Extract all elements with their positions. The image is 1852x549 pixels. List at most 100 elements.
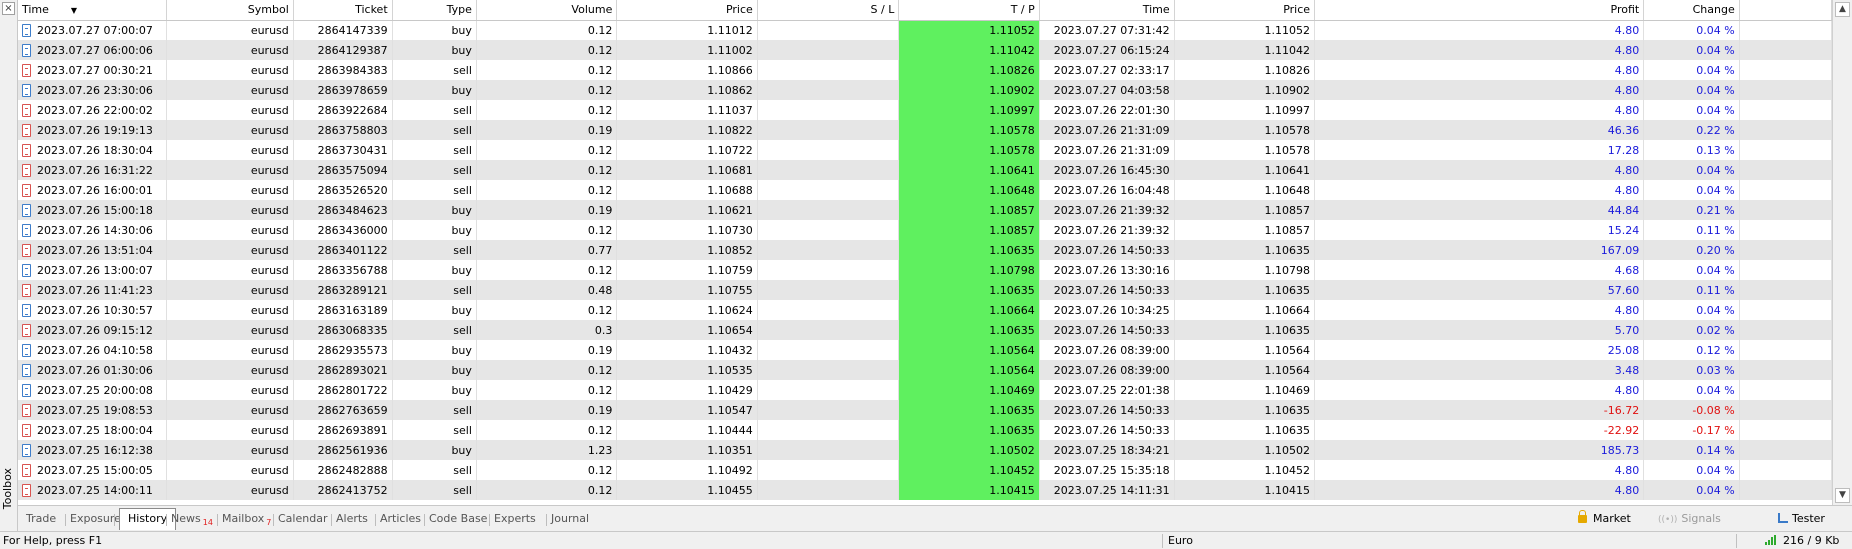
tab-experts[interactable]: Experts <box>494 510 536 528</box>
cell-1: eurusd <box>166 20 294 40</box>
tab-separator <box>217 514 218 526</box>
table-row[interactable]: 2023.07.26 18:30:04 eurusd 2863730431 sell 0… <box>18 140 1832 160</box>
deal-buy-icon <box>22 83 31 97</box>
table-row[interactable]: 2023.07.26 14:30:06 eurusd 2863436000 buy 0.… <box>18 220 1832 240</box>
cell-6 <box>757 380 900 400</box>
table-row[interactable]: 2023.07.27 06:00:06 eurusd 2864129387 buy 0.… <box>18 40 1832 60</box>
table-row[interactable]: 2023.07.26 22:00:02 eurusd 2863922684 sell 0… <box>18 100 1832 120</box>
table-row[interactable]: 2023.07.26 10:30:57 eurusd 2863163189 buy 0.… <box>18 300 1832 320</box>
table-row[interactable]: 2023.07.26 13:51:04 eurusd 2863401122 sell 0… <box>18 240 1832 260</box>
cell-open-time: 2023.07.26 13:51:04 <box>18 240 167 260</box>
table-row[interactable]: 2023.07.26 15:00:18 eurusd 2863484623 buy 0.… <box>18 200 1832 220</box>
cell-2: 2863575094 <box>293 160 393 180</box>
table-row[interactable]: 2023.07.25 20:00:08 eurusd 2862801722 buy 0.… <box>18 380 1832 400</box>
table-row[interactable]: 2023.07.26 04:10:58 eurusd 2862935573 buy 0.… <box>18 340 1832 360</box>
cell-open-time: 2023.07.27 06:00:06 <box>18 40 167 60</box>
cell-10: 4.80 <box>1314 20 1645 40</box>
cell-6 <box>757 200 900 220</box>
vertical-scrollbar[interactable]: ▲ ▼ <box>1832 0 1852 505</box>
table-row[interactable]: 2023.07.25 19:08:53 eurusd 2862763659 sell 0… <box>18 400 1832 420</box>
table-row[interactable]: 2023.07.26 23:30:06 eurusd 2863978659 buy 0.… <box>18 80 1832 100</box>
tab-journal[interactable]: Journal <box>551 510 589 528</box>
column-header-10[interactable]: Profit <box>1314 0 1645 21</box>
cell-7: 1.10564 <box>898 360 1040 380</box>
cell-10: 4.80 <box>1314 160 1645 180</box>
cell-4: 0.12 <box>476 300 618 320</box>
column-header-3[interactable]: Type <box>392 0 477 21</box>
cell-text: 2023.07.26 22:00:02 <box>37 103 153 117</box>
column-header-5[interactable]: Price <box>616 0 758 21</box>
column-header-4[interactable]: Volume <box>476 0 618 21</box>
cell-7: 1.10415 <box>898 480 1040 500</box>
deal-buy-icon <box>22 223 31 237</box>
cell-11: 0.11 % <box>1643 280 1740 300</box>
tab-label: Mailbox <box>222 512 265 525</box>
tab-news[interactable]: News 14 <box>171 510 213 528</box>
tester-label: Tester <box>1792 512 1825 525</box>
deal-buy-icon <box>22 23 31 37</box>
column-header-7[interactable]: T / P <box>898 0 1040 21</box>
cell-open-time: 2023.07.26 15:00:18 <box>18 200 167 220</box>
cell-5: 1.10351 <box>616 440 758 460</box>
column-header-2[interactable]: Ticket <box>293 0 393 21</box>
table-row[interactable]: 2023.07.27 00:30:21 eurusd 2863984383 sell 0… <box>18 60 1832 80</box>
cell-6 <box>757 440 900 460</box>
table-row[interactable]: 2023.07.25 15:00:05 eurusd 2862482888 sell 0… <box>18 460 1832 480</box>
table-row[interactable]: 2023.07.26 09:15:12 eurusd 2863068335 sell 0… <box>18 320 1832 340</box>
cell-open-time: 2023.07.26 23:30:06 <box>18 80 167 100</box>
cell-1: eurusd <box>166 80 294 100</box>
scroll-up-icon[interactable]: ▲ <box>1835 2 1850 17</box>
column-header-11[interactable]: Change <box>1643 0 1740 21</box>
table-row[interactable]: 2023.07.26 01:30:06 eurusd 2862893021 buy 0.… <box>18 360 1832 380</box>
table-row[interactable]: 2023.07.25 14:00:11 eurusd 2862413752 sell 0… <box>18 480 1832 500</box>
close-icon[interactable]: × <box>2 2 15 15</box>
cell-5: 1.10624 <box>616 300 758 320</box>
cell-7: 1.10902 <box>898 80 1040 100</box>
cell-5: 1.10822 <box>616 120 758 140</box>
cell-6 <box>757 120 900 140</box>
column-header-6[interactable]: S / L <box>757 0 900 21</box>
column-header-8[interactable]: Time <box>1039 0 1175 21</box>
cell-1: eurusd <box>166 220 294 240</box>
cell-11: 0.04 % <box>1643 40 1740 60</box>
column-header-9[interactable]: Price <box>1174 0 1316 21</box>
cell-9: 1.10502 <box>1174 440 1316 460</box>
table-row[interactable]: 2023.07.26 19:19:13 eurusd 2863758803 sell 0… <box>18 120 1832 140</box>
cell-7: 1.10578 <box>898 140 1040 160</box>
tab-articles[interactable]: Articles <box>380 510 421 528</box>
tester-button[interactable]: Tester <box>1778 510 1825 528</box>
tab-alerts[interactable]: Alerts <box>336 510 368 528</box>
table-row[interactable]: 2023.07.26 16:31:22 eurusd 2863575094 sell 0… <box>18 160 1832 180</box>
tab-calendar[interactable]: Calendar <box>278 510 327 528</box>
cell-open-time: 2023.07.25 14:00:11 <box>18 480 167 500</box>
cell-text: 2023.07.25 20:00:08 <box>37 383 153 397</box>
cell-2: 2863163189 <box>293 300 393 320</box>
cell-4: 0.12 <box>476 80 618 100</box>
tab-trade[interactable]: Trade <box>26 510 56 528</box>
cell-3: buy <box>392 80 477 100</box>
table-row[interactable]: 2023.07.25 18:00:04 eurusd 2862693891 sell 0… <box>18 420 1832 440</box>
cell-3: sell <box>392 240 477 260</box>
tab-code-base[interactable]: Code Base <box>429 510 487 528</box>
table-row[interactable]: 2023.07.27 07:00:07 eurusd 2864147339 buy 0.… <box>18 20 1832 40</box>
tab-separator <box>114 514 115 526</box>
table-row[interactable]: 2023.07.26 11:41:23 eurusd 2863289121 sell 0… <box>18 280 1832 300</box>
cell-6 <box>757 280 900 300</box>
market-button[interactable]: Market <box>1578 510 1631 528</box>
column-header-0[interactable]: Time ▼ <box>18 0 167 21</box>
column-header-1[interactable]: Symbol <box>166 0 294 21</box>
tab-mailbox[interactable]: Mailbox 7 <box>222 510 271 528</box>
cell-filler <box>1739 460 1832 480</box>
table-row[interactable]: 2023.07.26 16:00:01 eurusd 2863526520 sell 0… <box>18 180 1832 200</box>
cell-11: 0.21 % <box>1643 200 1740 220</box>
table-row[interactable]: 2023.07.25 16:12:38 eurusd 2862561936 buy 1.… <box>18 440 1832 460</box>
signals-button[interactable]: ((•)) Signals <box>1658 510 1721 528</box>
tab-history[interactable]: History <box>119 508 177 530</box>
cell-3: buy <box>392 340 477 360</box>
table-row[interactable]: 2023.07.26 13:00:07 eurusd 2863356788 buy 0.… <box>18 260 1832 280</box>
tab-label: Articles <box>380 512 422 525</box>
scroll-down-icon[interactable]: ▼ <box>1835 488 1850 503</box>
cell-7: 1.10635 <box>898 240 1040 260</box>
cell-8: 2023.07.25 15:35:18 <box>1039 460 1175 480</box>
cell-8: 2023.07.26 21:31:09 <box>1039 140 1175 160</box>
